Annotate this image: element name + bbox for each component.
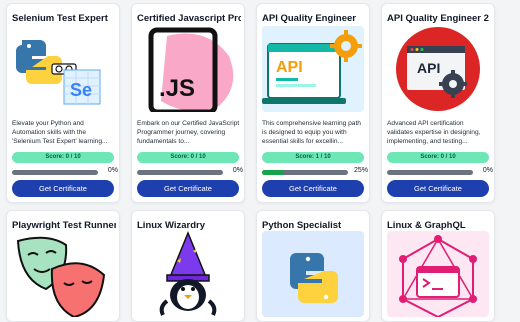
progress-bar: [12, 170, 98, 175]
get-certificate-button[interactable]: Get Certificate: [262, 180, 364, 197]
card-title: Linux Wizardry: [137, 220, 206, 231]
card-title: API Quality Engineer 2: [387, 13, 489, 24]
score-badge: Score: 1 / 10: [262, 152, 364, 163]
score-badge: Score: 0 / 10: [12, 152, 114, 163]
card-description: This comprehensive learning path is desi…: [262, 120, 361, 146]
progress-label: 25%: [353, 167, 368, 174]
score-badge: Score: 0 / 10: [387, 152, 489, 163]
javascript-file-icon: .JS: [137, 26, 239, 112]
progress-bar: [262, 170, 348, 175]
get-certificate-button[interactable]: Get Certificate: [387, 180, 489, 197]
svg-text:Se: Se: [70, 80, 92, 100]
progress-label: 0%: [107, 167, 118, 174]
card-description: Elevate your Python and Automation skill…: [12, 120, 108, 146]
progress-label: 0%: [482, 167, 493, 174]
get-certificate-button[interactable]: Get Certificate: [12, 180, 114, 197]
course-card-linux-graphql[interactable]: Linux & GraphQL: [381, 210, 495, 322]
card-description: Embark on our Certified JavaScript Progr…: [137, 120, 240, 146]
selenium-python-icon: Se: [12, 26, 114, 112]
js-text: .JS: [159, 75, 195, 102]
course-card-linux-wizardry[interactable]: Linux Wizardry: [131, 210, 245, 322]
card-title: Linux & GraphQL: [387, 220, 466, 231]
course-card-selenium[interactable]: Selenium Test Expert Se Elevate your Pyt…: [6, 3, 120, 203]
course-card-python-specialist[interactable]: Python Specialist: [256, 210, 370, 322]
api-browser-gear-icon: API: [262, 26, 364, 112]
card-title: Selenium Test Expert: [12, 13, 108, 24]
course-card-api-quality-2[interactable]: API Quality Engineer 2 API Advanced API …: [381, 3, 495, 203]
python-logo-icon: [262, 231, 364, 317]
progress-label: 0%: [232, 167, 243, 174]
card-title: Playwright Test Runner: [12, 220, 116, 231]
progress-fill: [262, 170, 284, 175]
penguin-wizard-icon: [137, 231, 239, 317]
course-card-api-quality[interactable]: API Quality Engineer API This comprehens…: [256, 3, 370, 203]
api-text: API: [417, 60, 440, 76]
card-title: Certified Javascript Prog...: [137, 13, 241, 24]
terminal-graphql-icon: [387, 231, 489, 317]
playwright-masks-icon: [12, 231, 114, 317]
course-card-playwright[interactable]: Playwright Test Runner: [6, 210, 120, 322]
api-text: API: [276, 59, 303, 76]
progress-bar: [137, 170, 223, 175]
get-certificate-button[interactable]: Get Certificate: [137, 180, 239, 197]
api-window-gear-icon: API: [387, 26, 489, 112]
card-title: Python Specialist: [262, 220, 342, 231]
progress-bar: [387, 170, 473, 175]
card-title: API Quality Engineer: [262, 13, 356, 24]
score-badge: Score: 0 / 10: [137, 152, 239, 163]
course-card-javascript[interactable]: Certified Javascript Prog... .JS Embark …: [131, 3, 245, 203]
card-description: Advanced API certification validates exp…: [387, 120, 481, 146]
